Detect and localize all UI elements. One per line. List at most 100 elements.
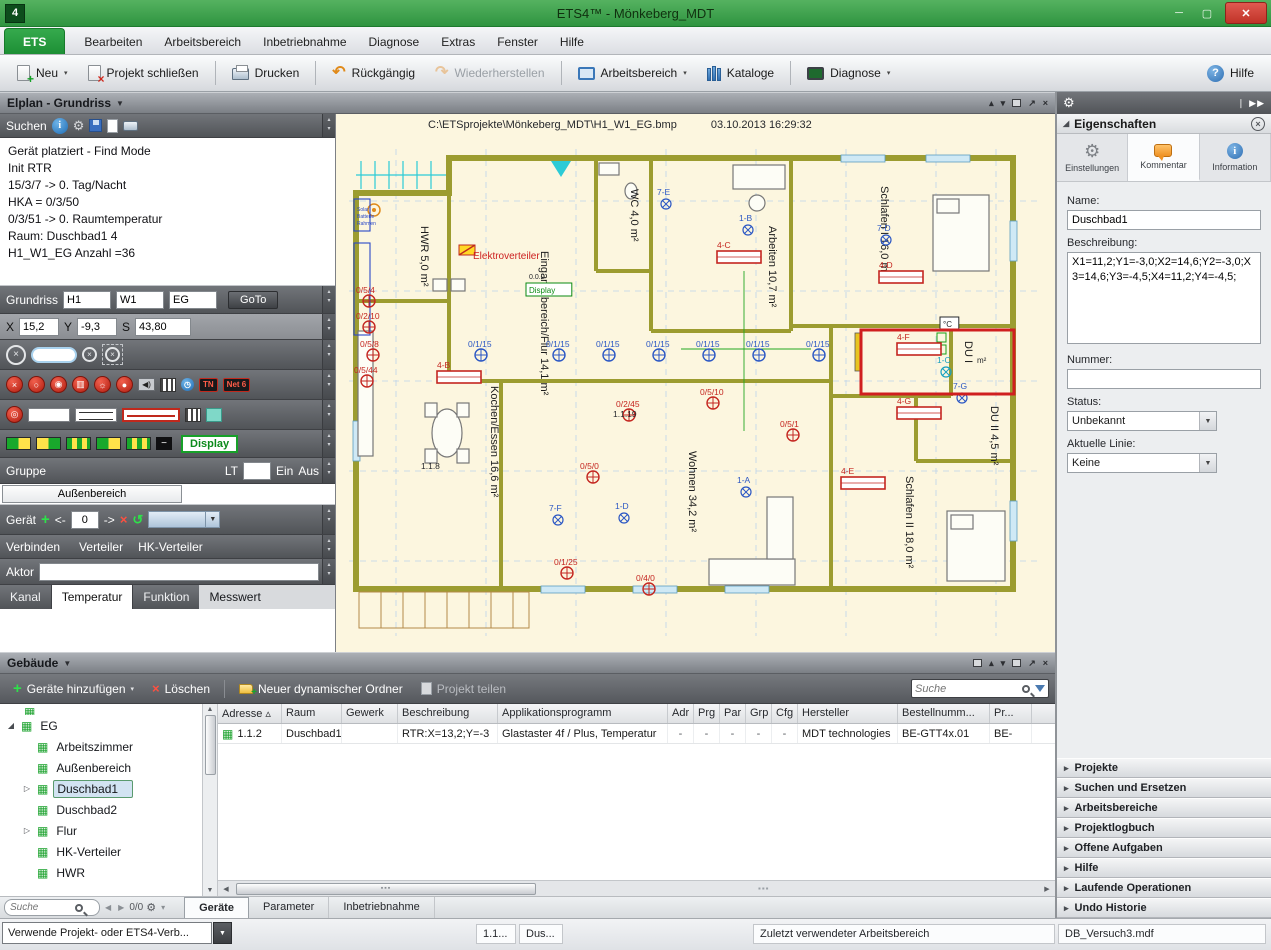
column-header-Raum[interactable]: Raum [282, 704, 342, 723]
connection-dropdown-button[interactable]: ▼ [213, 922, 232, 944]
tree-search-input[interactable] [10, 902, 72, 913]
close-panel-icon[interactable]: × [1043, 658, 1048, 668]
aussenbereich-button[interactable]: Außenbereich [2, 485, 182, 503]
tree-scrollbar[interactable]: ▲ ▼ [202, 704, 217, 896]
maximize-panel-icon[interactable]: ↗ [1028, 658, 1036, 669]
tree-item-hwr[interactable]: ▦HWR [0, 862, 217, 883]
house-field[interactable] [63, 291, 111, 309]
maximize-panel-icon[interactable]: ↗ [1028, 98, 1036, 109]
red-symbol-icon[interactable]: ● [116, 376, 133, 393]
chevron-down-icon[interactable]: ▼ [116, 99, 124, 108]
undo-button[interactable]: ↶ Rückgängig [323, 61, 424, 85]
device-dropdown[interactable]: ▼ [148, 511, 220, 528]
floorplan-canvas[interactable]: C:\ETSprojekte\Mönkeberg_MDT\H1_W1_EG.bm… [336, 114, 1055, 652]
red-symbol-icon[interactable]: ◉ [50, 376, 67, 393]
tree-item-arbeitszimmer[interactable]: ▦Arbeitszimmer [0, 736, 217, 757]
float-panel-icon[interactable] [1012, 99, 1021, 107]
tab-kommentar[interactable]: Kommentar [1128, 134, 1199, 181]
catalogs-button[interactable]: Kataloge [698, 61, 783, 86]
scroll-left-icon[interactable]: ◀ [218, 881, 234, 896]
new-dynamic-folder-button[interactable]: Neuer dynamischer Ordner [232, 678, 410, 700]
red-symbol-icon[interactable]: ○ [28, 376, 45, 393]
led-bar-icon[interactable] [96, 437, 121, 450]
column-header-Pr...[interactable]: Pr... [990, 704, 1032, 723]
tab-inbetriebnahme[interactable]: Inbetriebnahme [329, 897, 434, 918]
device-count-field[interactable] [71, 511, 99, 529]
close-panel-icon[interactable]: × [1043, 98, 1048, 108]
delete-button[interactable]: × Löschen [145, 677, 217, 700]
gear-icon[interactable]: ⚙ [73, 118, 85, 134]
expand-icon[interactable]: ▷ [22, 784, 32, 793]
redo-button[interactable]: ↷ Wiederherstellen [426, 61, 553, 85]
lt-field[interactable] [243, 462, 271, 480]
tree-item-duschbad1[interactable]: ▷▦Duschbad1 [0, 778, 217, 799]
section-undo-historie[interactable]: ▸Undo Historie [1057, 898, 1271, 918]
tree-item-eg[interactable]: ◢▦EG [0, 715, 217, 736]
diagnose-button[interactable]: Diagnose ▾ [798, 61, 899, 85]
float-panel-icon[interactable] [1012, 659, 1021, 667]
tree-item-partial[interactable]: ▦ [0, 706, 217, 715]
red-symbol-icon[interactable]: × [6, 376, 23, 393]
print-button[interactable]: Drucken [223, 61, 309, 85]
menu-extras[interactable]: Extras [430, 29, 486, 54]
scroll-up-icon[interactable]: ▴ [989, 98, 994, 109]
net-chip[interactable]: Net 6 [223, 378, 251, 392]
aktuelle-linie-dropdown[interactable]: Keine ▼ [1067, 453, 1217, 473]
connection-combo[interactable]: Verwende Projekt- oder ETS4-Verb... [2, 922, 212, 944]
beschreibung-field[interactable]: X1=11,2;Y1=-3,0;X2=14,6;Y2=-3,0;X3=14,6;… [1067, 252, 1261, 344]
collapse-icon[interactable]: ◢ [6, 721, 16, 730]
help-button[interactable]: ? Hilfe [1198, 60, 1263, 87]
tab-messwert[interactable]: Messwert [199, 585, 335, 609]
tn-chip[interactable]: TN [199, 378, 218, 392]
tree-item-außenbereich[interactable]: ▦Außenbereich [0, 757, 217, 778]
scroll-down-icon[interactable]: ▼ [207, 887, 214, 894]
heater-symbol-icon[interactable] [122, 408, 180, 422]
chevron-down-icon[interactable]: ▾ [159, 903, 167, 912]
column-header-Gewerk[interactable]: Gewerk [342, 704, 398, 723]
tab-geräte[interactable]: Geräte [184, 897, 249, 918]
refresh-device-icon[interactable]: ↺ [132, 512, 143, 528]
close-button[interactable]: ✕ [1225, 2, 1267, 24]
x-coordinate-field[interactable] [19, 318, 59, 336]
dwelling-field[interactable] [116, 291, 164, 309]
menu-inbetriebnahme[interactable]: Inbetriebnahme [252, 29, 357, 54]
y-coordinate-field[interactable] [77, 318, 117, 336]
led-bar-icon[interactable] [66, 437, 91, 450]
section-projektlogbuch[interactable]: ▸Projektlogbuch [1057, 818, 1271, 838]
close-project-button[interactable]: × Projekt schließen [79, 60, 208, 86]
column-header-Par[interactable]: Par [720, 704, 746, 723]
remove-device-icon[interactable]: × [120, 512, 128, 527]
add-device-icon[interactable]: + [41, 511, 50, 528]
tree-item-hk-verteiler[interactable]: ▦HK-Verteiler [0, 841, 217, 862]
menu-arbeitsbereich[interactable]: Arbeitsbereich [153, 29, 252, 54]
column-header-Applikationsprogramm[interactable]: Applikationsprogramm [498, 704, 668, 723]
hk-verteiler-button[interactable]: HK-Verteiler [138, 540, 203, 554]
led-bar-icon[interactable] [36, 437, 61, 450]
device-search-box[interactable] [911, 679, 1049, 698]
section-hilfe[interactable]: ▸Hilfe [1057, 858, 1271, 878]
aus-button[interactable]: Aus [298, 464, 319, 478]
section-laufende-operationen[interactable]: ▸Laufende Operationen [1057, 878, 1271, 898]
table-row[interactable]: ▦1.1.2Duschbad1RTR:X=13,2;Y=-3Glastaster… [218, 724, 1055, 744]
column-header-Cfg[interactable]: Cfg [772, 704, 798, 723]
led-bar-icon[interactable] [6, 437, 31, 450]
expand-icon[interactable]: ▷ [22, 826, 32, 835]
info-icon[interactable]: i [52, 118, 68, 134]
checker-icon[interactable] [185, 408, 201, 422]
next-result-icon[interactable]: ▶ [116, 903, 126, 912]
scroll-down-icon[interactable]: ▾ [1001, 658, 1006, 669]
column-header-Adresse[interactable]: Adresse ▵ [218, 704, 282, 723]
teal-symbol-icon[interactable] [206, 408, 222, 422]
workspace-button[interactable]: Arbeitsbereich ▾ [569, 61, 696, 85]
scroll-down-icon[interactable]: ▾ [1001, 98, 1006, 109]
floor-field[interactable] [169, 291, 217, 309]
print-icon[interactable] [123, 121, 138, 131]
lamp-symbol-icon[interactable] [28, 408, 70, 422]
section-suchen-und-ersetzen[interactable]: ▸Suchen und Ersetzen [1057, 778, 1271, 798]
panel-gear-icon[interactable]: ⚙ [1063, 95, 1075, 111]
scroll-up-icon[interactable]: ▲ [207, 706, 214, 713]
section-arbeitsbereiche[interactable]: ▸Arbeitsbereiche [1057, 798, 1271, 818]
red-symbol-icon[interactable]: ▥ [72, 376, 89, 393]
tab-kanal[interactable]: Kanal [0, 585, 51, 609]
document-icon[interactable] [107, 119, 118, 133]
